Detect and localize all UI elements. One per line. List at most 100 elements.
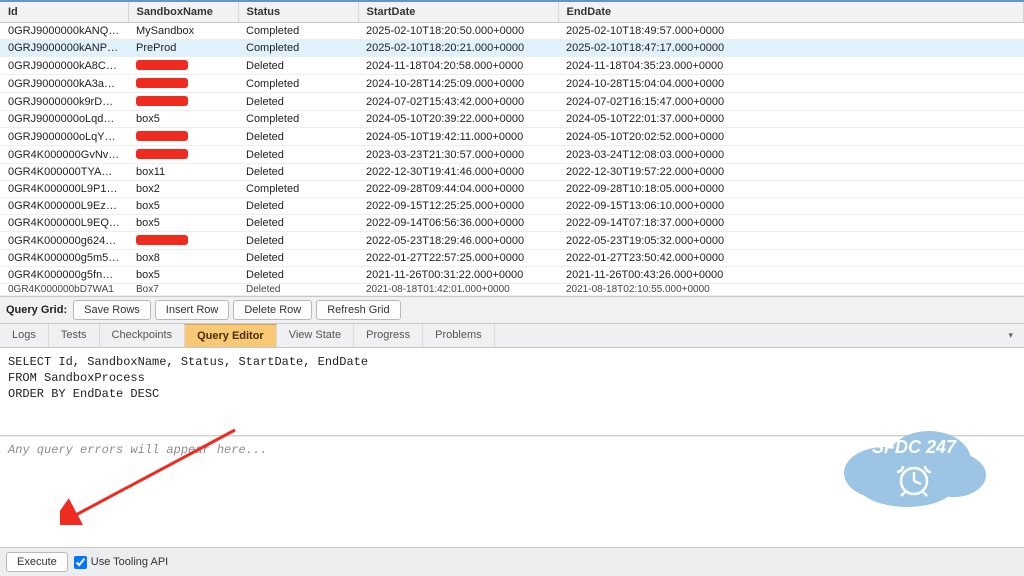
cell-enddate[interactable]: 2025-02-10T18:49:57.000+0000 [558, 23, 1024, 40]
cell-startdate[interactable]: 2022-05-23T18:29:46.000+0000 [358, 232, 558, 250]
cell-id[interactable]: 0GR4K000000L9P1WAK [0, 181, 128, 198]
cell-status[interactable]: Deleted [238, 232, 358, 250]
cell-sandboxname[interactable] [128, 75, 238, 93]
cell-sandboxname[interactable]: MySandbox [128, 23, 238, 40]
cell-status[interactable]: Deleted [238, 267, 358, 284]
cell-startdate[interactable]: 2025-02-10T18:20:21.000+0000 [358, 40, 558, 57]
tab-view-state[interactable]: View State [277, 324, 354, 347]
cell-id[interactable]: 0GR4K000000g5fnWAA [0, 267, 128, 284]
cell-enddate[interactable]: 2025-02-10T18:47:17.000+0000 [558, 40, 1024, 57]
cell-enddate[interactable]: 2021-11-26T00:43:26.000+0000 [558, 267, 1024, 284]
col-header-name[interactable]: SandboxName [128, 2, 238, 23]
cell-status[interactable]: Deleted [238, 93, 358, 111]
tab-query-editor[interactable]: Query Editor [185, 324, 277, 347]
delete-row-button[interactable]: Delete Row [233, 300, 312, 320]
table-row[interactable]: 0GRJ9000000kA3aOAE Completed2024-10-28T14… [0, 75, 1024, 93]
cell-startdate[interactable]: 2021-08-18T01:42:01.000+0000 [358, 284, 558, 296]
cell-id[interactable]: 0GR4K000000TYAmWAO [0, 164, 128, 181]
cell-status[interactable]: Completed [238, 40, 358, 57]
table-row[interactable]: 0GRJ9000000kA8COAU Deleted2024-11-18T04:2… [0, 57, 1024, 75]
cell-sandboxname[interactable] [128, 146, 238, 164]
use-tooling-api-label[interactable]: Use Tooling API [74, 556, 168, 569]
table-row[interactable]: 0GRJ9000000oLqYOAUDeleted2024-05-10T19:4… [0, 128, 1024, 146]
tab-problems[interactable]: Problems [423, 324, 494, 347]
cell-startdate[interactable]: 2023-03-23T21:30:57.000+0000 [358, 146, 558, 164]
cell-status[interactable]: Deleted [238, 284, 358, 296]
cell-status[interactable]: Deleted [238, 128, 358, 146]
tab-checkpoints[interactable]: Checkpoints [100, 324, 186, 347]
cell-startdate[interactable]: 2024-07-02T15:43:42.000+0000 [358, 93, 558, 111]
cell-enddate[interactable]: 2024-10-28T15:04:04.000+0000 [558, 75, 1024, 93]
cell-id[interactable]: 0GRJ9000000kA3aOAE [0, 75, 128, 93]
cell-sandboxname[interactable]: box5 [128, 111, 238, 128]
cell-id[interactable]: 0GRJ9000000oLqdOAE [0, 111, 128, 128]
execute-button[interactable]: Execute [6, 552, 68, 572]
col-header-status[interactable]: Status [238, 2, 358, 23]
table-row[interactable]: 0GR4K000000L9EQWA0box5Deleted2022-09-14T… [0, 215, 1024, 232]
cell-enddate[interactable]: 2024-05-10T22:01:37.000+0000 [558, 111, 1024, 128]
cell-id[interactable]: 0GRJ9000000kANPOA2 [0, 40, 128, 57]
col-header-start[interactable]: StartDate [358, 2, 558, 23]
cell-id[interactable]: 0GRJ9000000k9rDOAQ [0, 93, 128, 111]
cell-status[interactable]: Completed [238, 75, 358, 93]
cell-sandboxname[interactable]: box11 [128, 164, 238, 181]
cell-startdate[interactable]: 2024-05-10T20:39:22.000+0000 [358, 111, 558, 128]
cell-startdate[interactable]: 2024-11-18T04:20:58.000+0000 [358, 57, 558, 75]
cell-status[interactable]: Deleted [238, 198, 358, 215]
cell-sandboxname[interactable] [128, 232, 238, 250]
cell-id[interactable]: 0GRJ9000000kANQOA2 [0, 23, 128, 40]
table-row[interactable]: 0GR4K000000L9EzWAKbox5Deleted2022-09-15T… [0, 198, 1024, 215]
cell-startdate[interactable]: 2022-09-14T06:56:36.000+0000 [358, 215, 558, 232]
cell-enddate[interactable]: 2022-12-30T19:57:22.000+0000 [558, 164, 1024, 181]
tab-logs[interactable]: Logs [0, 324, 49, 347]
cell-id[interactable]: 0GR4K000000L9EQWA0 [0, 215, 128, 232]
cell-sandboxname[interactable]: box8 [128, 250, 238, 267]
cell-startdate[interactable]: 2022-09-15T12:25:25.000+0000 [358, 198, 558, 215]
cell-enddate[interactable]: 2022-09-15T13:06:10.000+0000 [558, 198, 1024, 215]
table-row[interactable]: 0GRJ9000000k9rDOAQ Deleted2024-07-02T15:4… [0, 93, 1024, 111]
cell-sandboxname[interactable] [128, 93, 238, 111]
cell-status[interactable]: Deleted [238, 57, 358, 75]
cell-startdate[interactable]: 2022-12-30T19:41:46.000+0000 [358, 164, 558, 181]
cell-status[interactable]: Completed [238, 23, 358, 40]
cell-sandboxname[interactable] [128, 128, 238, 146]
cell-startdate[interactable]: 2024-10-28T14:25:09.000+0000 [358, 75, 558, 93]
table-row[interactable]: 0GR4K000000g624WAA Deleted2022-05-23T18:2… [0, 232, 1024, 250]
use-tooling-api-checkbox[interactable] [74, 556, 87, 569]
cell-sandboxname[interactable]: box2 [128, 181, 238, 198]
tabs-overflow-icon[interactable]: ▾ [998, 326, 1024, 345]
cell-status[interactable]: Completed [238, 111, 358, 128]
cell-enddate[interactable]: 2024-07-02T16:15:47.000+0000 [558, 93, 1024, 111]
cell-startdate[interactable]: 2022-09-28T09:44:04.000+0000 [358, 181, 558, 198]
cell-id[interactable]: 0GR4K000000GvNvWAK [0, 146, 128, 164]
col-header-id[interactable]: Id [0, 2, 128, 23]
cell-enddate[interactable]: 2022-01-27T23:50:42.000+0000 [558, 250, 1024, 267]
table-row[interactable]: 0GR4K000000g5m5WAAbox8Deleted2022-01-27T… [0, 250, 1024, 267]
cell-enddate[interactable]: 2023-03-24T12:08:03.000+0000 [558, 146, 1024, 164]
table-row[interactable]: 0GRJ9000000kANPOA2PreProdCompleted2025-0… [0, 40, 1024, 57]
cell-id[interactable]: 0GRJ9000000oLqYOAU [0, 128, 128, 146]
cell-enddate[interactable]: 2024-05-10T20:02:52.000+0000 [558, 128, 1024, 146]
tab-progress[interactable]: Progress [354, 324, 423, 347]
cell-id[interactable]: 0GRJ9000000kA8COAU [0, 57, 128, 75]
cell-enddate[interactable]: 2021-08-18T02:10:55.000+0000 [558, 284, 1024, 296]
table-row[interactable]: 0GR4K000000TYAmWAObox11Deleted2022-12-30… [0, 164, 1024, 181]
cell-status[interactable]: Deleted [238, 146, 358, 164]
cell-startdate[interactable]: 2022-01-27T22:57:25.000+0000 [358, 250, 558, 267]
refresh-grid-button[interactable]: Refresh Grid [316, 300, 400, 320]
cell-status[interactable]: Deleted [238, 215, 358, 232]
cell-enddate[interactable]: 2022-09-14T07:18:37.000+0000 [558, 215, 1024, 232]
insert-row-button[interactable]: Insert Row [155, 300, 230, 320]
cell-status[interactable]: Deleted [238, 250, 358, 267]
table-row[interactable]: 0GR4K000000GvNvWAK Deleted2023-03-23T21:3… [0, 146, 1024, 164]
cell-id[interactable]: 0GR4K000000g5m5WAA [0, 250, 128, 267]
col-header-end[interactable]: EndDate [558, 2, 1024, 23]
cell-id[interactable]: 0GR4K000000L9EzWAK [0, 198, 128, 215]
cell-sandboxname[interactable]: box5 [128, 198, 238, 215]
cell-sandboxname[interactable] [128, 57, 238, 75]
table-row[interactable]: 0GR4K000000bD7WA1Box7Deleted2021-08-18T0… [0, 284, 1024, 296]
cell-id[interactable]: 0GR4K000000g624WAA [0, 232, 128, 250]
tab-tests[interactable]: Tests [49, 324, 100, 347]
cell-startdate[interactable]: 2025-02-10T18:20:50.000+0000 [358, 23, 558, 40]
table-row[interactable]: 0GR4K000000g5fnWAAbox5Deleted2021-11-26T… [0, 267, 1024, 284]
